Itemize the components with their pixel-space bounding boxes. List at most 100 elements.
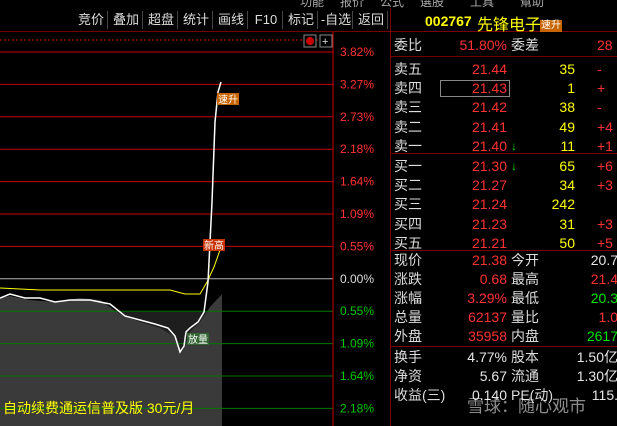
buy-volume: 65 xyxy=(559,158,575,174)
quote-panel: 002767 先锋电子 速升 委比 51.80% 委差 28 卖五 21.44 35… xyxy=(390,8,617,426)
buy-price: 21.24 xyxy=(471,196,507,213)
stat-row: 外盘 35958 内盘 2617 xyxy=(391,327,617,346)
pct-tick-label: 1.09% xyxy=(340,207,374,221)
buy-change: +3 xyxy=(597,215,613,232)
weibi-value: 51.80% xyxy=(459,37,507,53)
fund-row: 换手 4.77% 股本 1.50亿 xyxy=(391,348,617,367)
speed-up-annotation: 速升 xyxy=(218,94,238,106)
stat-value: 2617 xyxy=(586,328,617,345)
back-button[interactable]: 返回 xyxy=(355,11,388,29)
buy-price: 21.23 xyxy=(471,215,507,232)
stat-label: 内盘 xyxy=(511,328,539,345)
sell-volume: 38 xyxy=(559,99,575,116)
divider xyxy=(391,56,617,57)
fund-value: 4.77% xyxy=(467,349,507,365)
fund-value: 1.50亿 xyxy=(576,349,617,365)
ad-ticker[interactable]: 自动续费通运信普及版 30元/月 xyxy=(3,398,194,418)
stat-label: 总量 xyxy=(394,309,422,326)
buy-change: +3 xyxy=(597,177,613,194)
weibi-label: 委比 xyxy=(394,37,422,53)
buy-price: 21.30 xyxy=(471,158,507,174)
watchlist-button[interactable]: -自选 xyxy=(320,11,353,29)
super-board-button[interactable]: 超盘 xyxy=(145,11,178,29)
buy-volume: 31 xyxy=(559,215,575,232)
menu-strip: 功能 报价 公式 選股 工具 幫助 xyxy=(0,0,617,8)
stat-row: 涨幅 3.29% 最低 20.3 xyxy=(391,289,617,308)
fund-label: 流通 xyxy=(511,368,539,385)
stat-row: 涨跌 0.68 最高 21.4 xyxy=(391,270,617,289)
pct-tick-label: 1.64% xyxy=(340,175,374,189)
intraday-chart: 3.82% 3.27% 2.73% 2.18% 1.64% 1.09% 0.55% 0.00%… xyxy=(0,32,390,426)
buy-label: 买二 xyxy=(394,177,422,194)
buy-row[interactable]: 买二 21.27 34 +3 xyxy=(391,176,617,195)
new-high-annotation: 新高 xyxy=(204,239,224,252)
down-arrow-icon: ↓ xyxy=(511,159,517,173)
fund-label: 收益(三) xyxy=(394,387,446,404)
stat-value: 1.0 xyxy=(598,309,617,326)
stat-row: 现价 21.38 今开 20.7 xyxy=(391,251,617,270)
buy-price: 21.27 xyxy=(471,177,507,194)
buy-volume: 34 xyxy=(559,177,575,194)
sell-volume: 35 xyxy=(559,61,575,77)
stat-label: 涨跌 xyxy=(394,271,422,288)
buy-label: 买四 xyxy=(394,215,422,232)
weibi-row: 委比 51.80% 委差 28 xyxy=(391,36,617,55)
watermark: 雪球：随心观市 xyxy=(467,397,586,416)
sell-volume: 1 xyxy=(567,80,575,97)
sell-row[interactable]: 卖五 21.44 35 - xyxy=(391,60,617,79)
fund-label: 换手 xyxy=(394,349,422,365)
sell-price: 21.44 xyxy=(471,61,507,77)
buy-row[interactable]: 买四 21.23 31 +3 xyxy=(391,215,617,234)
stat-value: 21.38 xyxy=(471,252,507,268)
stat-value: 35958 xyxy=(468,328,507,345)
sell-label: 卖三 xyxy=(394,99,422,116)
sell-row[interactable]: 卖二 21.41 49 +4 xyxy=(391,118,617,137)
mark-button[interactable]: 标记 xyxy=(285,11,318,29)
buy-change: +6 xyxy=(597,158,613,174)
draw-line-button[interactable]: 画线 xyxy=(215,11,248,29)
divider xyxy=(391,346,617,347)
buy-volume: 242 xyxy=(551,196,575,213)
menu-item[interactable]: 功能 xyxy=(300,0,324,8)
fund-label: 净资 xyxy=(394,368,422,385)
sell-change: - xyxy=(597,99,602,116)
pct-tick-label: 2.18% xyxy=(340,142,374,156)
avg-price-line xyxy=(0,249,221,295)
stock-code: 002767 xyxy=(425,13,472,29)
menu-item[interactable]: 公式 xyxy=(380,0,404,8)
statistics-button[interactable]: 统计 xyxy=(180,11,213,29)
down-arrow-icon: ↓ xyxy=(511,138,517,153)
stat-label: 涨幅 xyxy=(394,290,422,307)
stat-label: 今开 xyxy=(511,252,539,268)
sell-change: +4 xyxy=(597,118,613,135)
buy-label: 买一 xyxy=(394,158,422,174)
overlay-button[interactable]: 叠加 xyxy=(110,11,143,29)
stock-header: 002767 先锋电子 速升 xyxy=(391,8,617,35)
record-icon xyxy=(306,37,314,45)
auction-button[interactable]: 竞价 xyxy=(75,11,108,29)
menu-item[interactable]: 選股 xyxy=(420,0,444,8)
stat-value: 3.29% xyxy=(467,290,507,307)
sell-volume: 49 xyxy=(559,118,575,135)
fund-row: 净资 5.67 流通 1.30亿 xyxy=(391,367,617,386)
stat-label: 最低 xyxy=(511,290,539,307)
menu-item[interactable]: 幫助 xyxy=(520,0,544,8)
stock-name[interactable]: 先锋电子 xyxy=(477,11,541,35)
stat-value: 62137 xyxy=(468,309,507,326)
stat-label: 量比 xyxy=(511,309,539,326)
menu-item[interactable]: 工具 xyxy=(470,0,494,8)
stat-label: 外盘 xyxy=(394,328,422,345)
sell-change: + xyxy=(597,80,606,97)
sell-label: 卖四 xyxy=(394,80,422,97)
sell-row[interactable]: 卖三 21.42 38 - xyxy=(391,98,617,117)
selected-cell xyxy=(440,80,510,98)
pct-tick-label: 1.64% xyxy=(340,369,374,383)
pct-tick-label: 0.55% xyxy=(340,239,374,253)
buy-row[interactable]: 买一 21.30 65 +6 xyxy=(391,157,617,176)
fund-value: 115. xyxy=(591,387,617,404)
menu-item[interactable]: 报价 xyxy=(340,0,364,8)
f10-button[interactable]: F10 xyxy=(250,11,283,29)
buy-row[interactable]: 买三 21.24 242 xyxy=(391,195,617,214)
sell-change: - xyxy=(597,61,602,77)
sell-price: 21.41 xyxy=(471,118,507,135)
